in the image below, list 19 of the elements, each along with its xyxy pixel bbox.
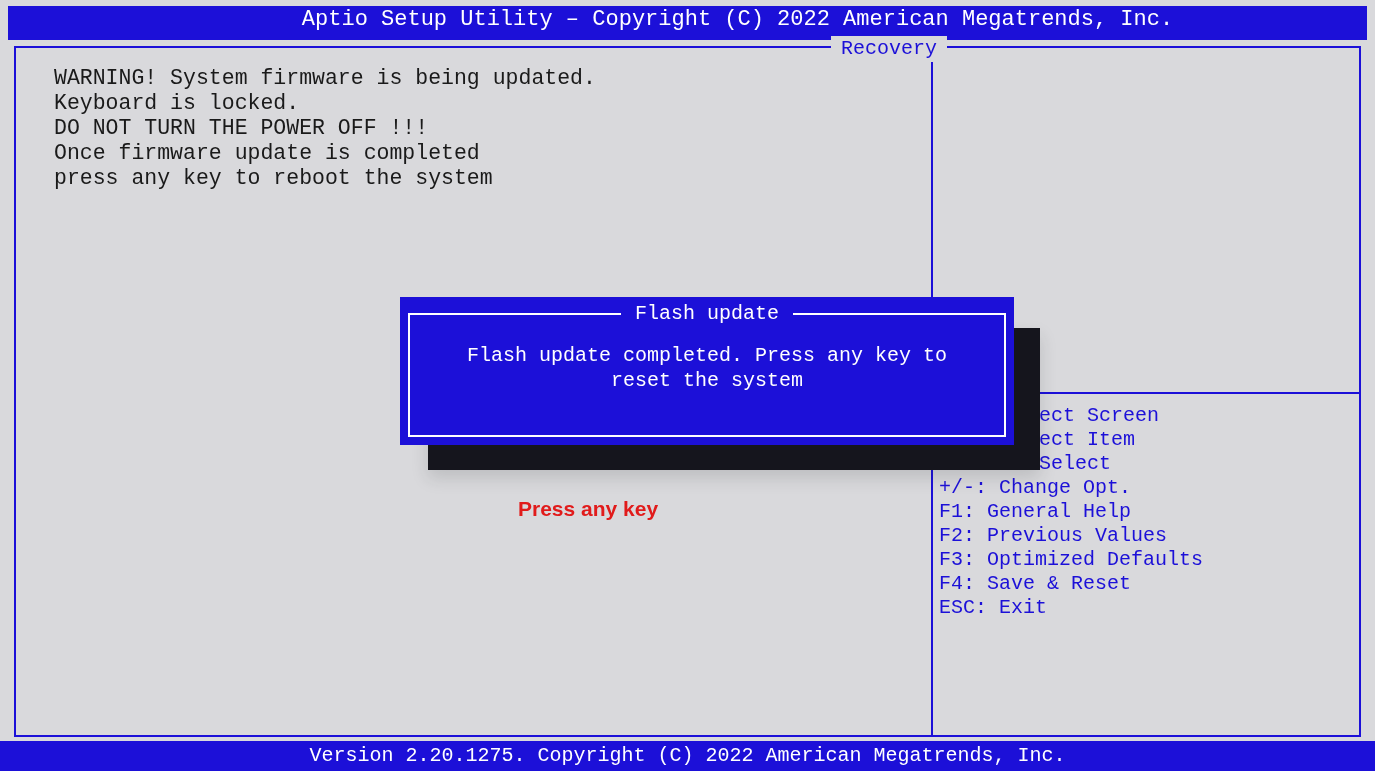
help-key-line: ect Screen (1038, 404, 1161, 428)
help-key-line: +/-: Change Opt. (939, 476, 1133, 500)
warning-line: Keyboard is locked. (54, 91, 301, 116)
annotation-text: Press any key (518, 496, 659, 522)
warning-line: DO NOT TURN THE POWER OFF !!! (54, 116, 430, 141)
title-text: Aptio Setup Utility – Copyright (C) 2022 American Megatrends, Inc. (301, 6, 1174, 34)
help-key-line: F3: Optimized Defaults (939, 548, 1205, 572)
dialog-message: Flash update completed. Press any key to reset the system (465, 343, 949, 393)
warning-line: Once firmware update is completed (54, 141, 481, 166)
warning-line: press any key to reboot the system (54, 166, 494, 191)
help-key-line: F1: General Help (939, 500, 1133, 524)
help-key-line: F4: Save & Reset (939, 572, 1133, 596)
warning-line: WARNING! System firmware is being updated. (54, 66, 597, 91)
help-key-line: ect Item (1038, 428, 1136, 452)
version-text: Version 2.20.1275. Copyright (C) 2022 American Megatrends, Inc. (309, 744, 1066, 767)
tab[interactable]: Recovery (831, 36, 947, 62)
help-key-line: Select (1038, 452, 1112, 476)
help-key-line: F2: Previous Values (939, 524, 1169, 548)
help-key-line: ESC: Exit (939, 596, 1049, 620)
